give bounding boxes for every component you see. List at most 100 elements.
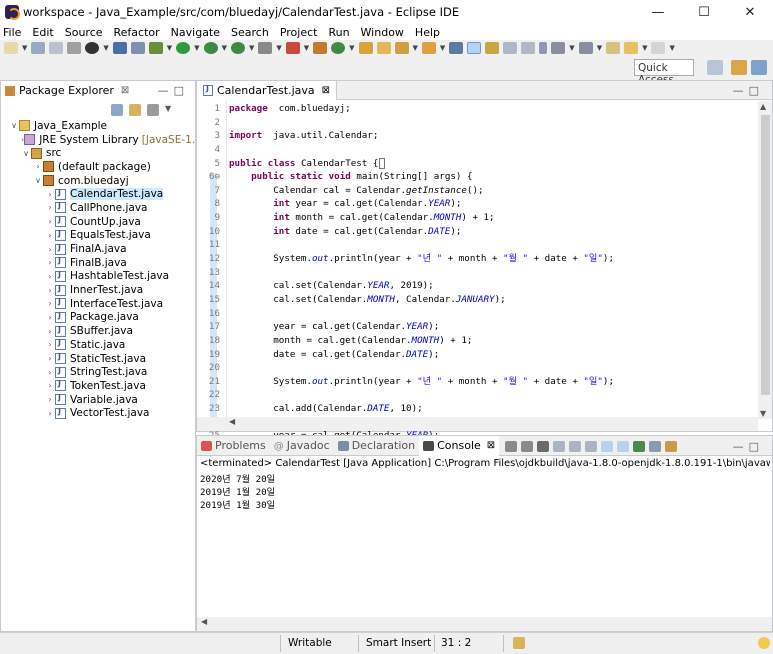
chevron-down-icon[interactable]: ∨ <box>21 149 31 158</box>
dropdown-arrow-icon[interactable]: ▼ <box>167 44 172 52</box>
dropdown-arrow-icon[interactable]: ▼ <box>440 44 445 52</box>
tree-item[interactable]: › FinalA.java <box>1 242 195 256</box>
tree-item[interactable]: › StaticTest.java <box>1 352 195 366</box>
chevron-right-icon[interactable]: › <box>45 368 55 377</box>
tree-item[interactable]: ∨ src <box>1 146 195 160</box>
chevron-right-icon[interactable]: › <box>45 299 55 308</box>
scroll-thumb[interactable] <box>761 115 770 395</box>
tree-item[interactable]: › StringTest.java <box>1 365 195 379</box>
target-icon[interactable] <box>85 42 100 54</box>
tree-item[interactable]: › (default package) <box>1 160 195 174</box>
open-folder-icon[interactable] <box>376 42 391 54</box>
link-editor-icon[interactable] <box>129 104 141 116</box>
quick-access-input[interactable]: Quick Access <box>634 59 694 86</box>
word-wrap-icon[interactable] <box>503 42 518 54</box>
chevron-right-icon[interactable]: › <box>45 409 55 418</box>
dropdown-arrow-icon[interactable]: ▼ <box>569 44 574 52</box>
chevron-down-icon[interactable]: ∨ <box>9 121 19 130</box>
word-wrap-icon[interactable] <box>585 441 597 452</box>
lock-icon[interactable] <box>513 637 525 649</box>
scroll-down-icon[interactable]: ▼ <box>760 409 766 418</box>
toggle-annotation-icon[interactable] <box>449 42 464 54</box>
dropdown-arrow-icon[interactable]: ▼ <box>669 44 674 52</box>
chevron-right-icon[interactable]: › <box>45 217 55 226</box>
dropdown-arrow-icon[interactable]: ▼ <box>22 44 27 52</box>
run-icon[interactable] <box>176 42 191 54</box>
skip-breakpoints-icon[interactable] <box>130 42 145 54</box>
print-icon[interactable] <box>67 42 82 54</box>
close-icon[interactable]: ⊠ <box>487 440 495 451</box>
show-stderr-icon[interactable] <box>617 441 629 452</box>
close-icon[interactable]: ⊠ <box>121 85 129 96</box>
tree-item[interactable]: › InterfaceTest.java <box>1 297 195 311</box>
menu-edit[interactable]: Edit <box>32 26 53 39</box>
open-task-icon[interactable] <box>421 42 436 54</box>
pin-console-icon[interactable] <box>633 441 645 452</box>
tree-item[interactable]: › Package.java <box>1 311 195 325</box>
tab-calendartest-java[interactable]: CalendarTest.java ⊠ <box>197 81 338 100</box>
menu-refactor[interactable]: Refactor <box>114 26 160 39</box>
chevron-right-icon[interactable]: › <box>45 258 55 267</box>
new-java-package-icon[interactable] <box>313 42 328 54</box>
scroll-lock-icon[interactable] <box>569 441 581 452</box>
minimize-button[interactable]: — <box>635 0 681 24</box>
debug-icon[interactable] <box>148 42 163 54</box>
menu-search[interactable]: Search <box>231 26 269 39</box>
debug-perspective-icon[interactable] <box>751 60 767 75</box>
open-console-icon[interactable] <box>665 441 677 452</box>
prev-annotation-icon[interactable] <box>578 42 593 54</box>
scroll-up-icon[interactable]: ▲ <box>760 102 766 111</box>
dropdown-arrow-icon[interactable]: ▼ <box>103 44 108 52</box>
menu-file[interactable]: File <box>3 26 21 39</box>
remove-all-icon[interactable] <box>537 441 549 452</box>
terminate-icon[interactable] <box>505 441 517 452</box>
forward-icon[interactable] <box>651 42 666 54</box>
chevron-right-icon[interactable]: › <box>45 327 55 336</box>
menu-project[interactable]: Project <box>280 26 318 39</box>
tree-item[interactable]: ∨ Java_Example <box>1 119 195 133</box>
chevron-right-icon[interactable]: › <box>45 354 55 363</box>
coverage-icon[interactable] <box>203 42 218 54</box>
dropdown-arrow-icon[interactable]: ▼ <box>194 44 199 52</box>
chevron-right-icon[interactable]: › <box>33 162 43 171</box>
open-perspective-icon[interactable] <box>707 60 723 75</box>
editor-vertical-scrollbar[interactable]: ▲ ▼ <box>758 101 772 419</box>
next-annotation-icon[interactable] <box>551 42 566 54</box>
open-type-icon[interactable] <box>358 42 373 54</box>
display-console-icon[interactable] <box>649 441 661 452</box>
dropdown-arrow-icon[interactable]: ▼ <box>642 44 647 52</box>
dropdown-arrow-icon[interactable]: ▼ <box>597 44 602 52</box>
tree-item[interactable]: › EqualsTest.java <box>1 229 195 243</box>
chevron-right-icon[interactable]: › <box>45 286 55 295</box>
toggle-block-icon[interactable] <box>485 42 500 54</box>
close-icon[interactable]: ⊠ <box>322 85 330 96</box>
chevron-right-icon[interactable]: › <box>45 190 55 199</box>
chevron-right-icon[interactable]: › <box>45 340 55 349</box>
tab-javadoc[interactable]: @ Javadoc <box>270 436 334 456</box>
menu-navigate[interactable]: Navigate <box>171 26 220 39</box>
chevron-right-icon[interactable]: › <box>45 245 55 254</box>
pilcrow-icon[interactable] <box>539 42 548 54</box>
back-icon[interactable] <box>624 42 639 54</box>
console-horizontal-scrollbar[interactable]: ◀ <box>197 617 772 631</box>
view-menu-icon[interactable]: ▼ <box>165 104 177 116</box>
java-perspective-icon[interactable] <box>731 60 747 75</box>
close-button[interactable]: ✕ <box>727 0 773 24</box>
stop-icon[interactable] <box>258 42 273 54</box>
terminal-icon[interactable] <box>112 42 127 54</box>
chevron-right-icon[interactable]: › <box>45 395 55 404</box>
tree-item[interactable]: › CallPhone.java <box>1 201 195 215</box>
menu-window[interactable]: Window <box>361 26 404 39</box>
tree-item[interactable]: ∨ com.bluedayj <box>1 174 195 188</box>
show-stdout-icon[interactable] <box>601 441 613 452</box>
mark-occurrences-icon[interactable] <box>467 42 482 54</box>
maximize-button[interactable]: ☐ <box>681 0 727 24</box>
remove-launch-icon[interactable] <box>521 441 533 452</box>
chevron-right-icon[interactable]: › <box>45 272 55 281</box>
editor-horizontal-scrollbar[interactable]: ◀ <box>197 417 758 431</box>
console-minimize-maximize[interactable]: —□ <box>733 440 764 453</box>
lightbulb-icon[interactable] <box>758 637 770 649</box>
chevron-right-icon[interactable]: › <box>45 381 55 390</box>
new-icon[interactable] <box>4 42 18 54</box>
view-minimize-maximize[interactable]: —□ <box>158 84 189 97</box>
